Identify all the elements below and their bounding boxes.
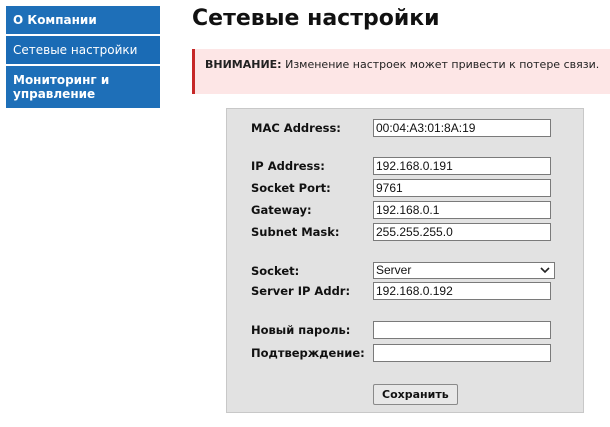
mac-label: MAC Address: (251, 121, 341, 135)
mask-label: Subnet Mask: (251, 225, 340, 239)
port-row: Socket Port: (227, 179, 583, 199)
gateway-row: Gateway: (227, 201, 583, 221)
port-label: Socket Port: (251, 181, 331, 195)
ip-label: IP Address: (251, 159, 325, 173)
sidebar: О Компании Сетевые настройки Мониторинг … (6, 6, 160, 110)
socket-label: Socket: (251, 264, 300, 278)
subnet-mask-field[interactable] (373, 223, 551, 241)
sidebar-item-monitoring[interactable]: Мониторинг и управление (6, 66, 160, 110)
save-button[interactable]: Сохранить (373, 384, 458, 405)
gateway-field[interactable] (373, 201, 551, 219)
server-ip-label: Server IP Addr: (251, 284, 351, 298)
page: О Компании Сетевые настройки Мониторинг … (0, 0, 610, 427)
new-password-label: Новый пароль: (251, 323, 351, 337)
sidebar-item-network-settings[interactable]: Сетевые настройки (6, 36, 160, 66)
mask-row: Subnet Mask: (227, 223, 583, 243)
mac-row: MAC Address: (227, 119, 583, 139)
confirm-password-field[interactable] (373, 344, 551, 362)
socket-port-field[interactable] (373, 179, 551, 197)
socket-select-value: Server (376, 263, 412, 277)
server-ip-row: Server IP Addr: (227, 282, 583, 302)
new-password-field[interactable] (373, 321, 551, 339)
socket-row: Socket: Server (227, 262, 583, 282)
alert-text: Изменение настроек может привести к поте… (281, 58, 600, 71)
page-title: Сетевые настройки (192, 6, 440, 31)
ip-row: IP Address: (227, 157, 583, 177)
server-ip-field[interactable] (373, 282, 551, 300)
chevron-down-icon (540, 267, 550, 274)
mac-address-field[interactable] (373, 119, 551, 137)
confirm-row: Подтверждение: (227, 344, 583, 364)
new-password-row: Новый пароль: (227, 321, 583, 341)
warning-alert: ВНИМАНИЕ: Изменение настроек может приве… (192, 49, 610, 94)
alert-prefix: ВНИМАНИЕ: (205, 58, 282, 71)
sidebar-item-about[interactable]: О Компании (6, 6, 160, 36)
ip-address-field[interactable] (373, 157, 551, 175)
network-settings-form: MAC Address: IP Address: Socket Port: Ga… (226, 108, 584, 413)
socket-select[interactable]: Server (373, 262, 555, 279)
confirm-label: Подтверждение: (251, 346, 365, 360)
gateway-label: Gateway: (251, 203, 312, 217)
